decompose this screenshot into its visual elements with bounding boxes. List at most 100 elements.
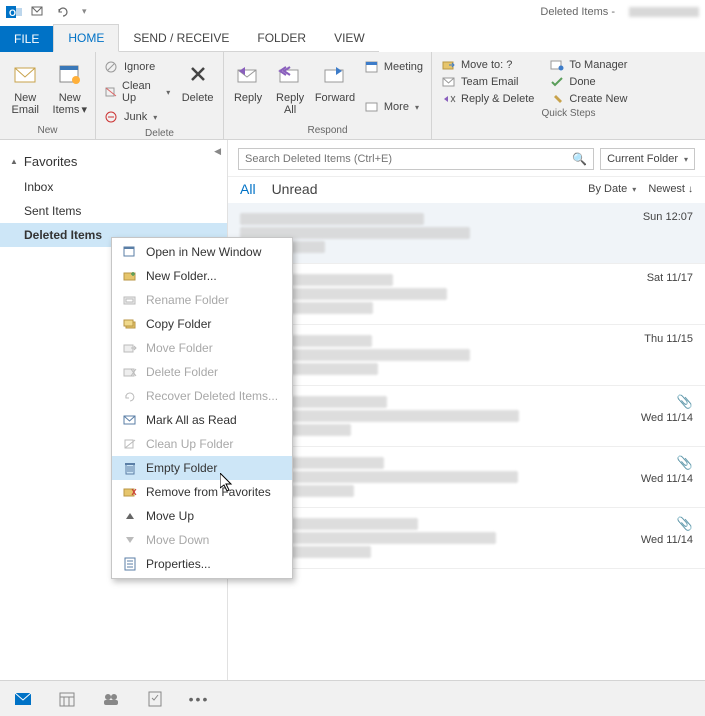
- sidebar-folder-sent[interactable]: Sent Items: [0, 199, 227, 223]
- group-label-quicksteps: Quick Steps: [432, 106, 705, 122]
- sort-by-date[interactable]: By Date▾: [588, 183, 636, 195]
- rename-icon: [122, 292, 138, 308]
- ctx-empty-folder[interactable]: Empty Folder: [112, 456, 292, 480]
- message-row[interactable]: 📎 Wed 11/14: [228, 508, 705, 569]
- create-new-icon: [550, 92, 564, 106]
- reply-all-button[interactable]: Reply All: [272, 56, 308, 116]
- more-button[interactable]: More▾: [362, 98, 425, 116]
- message-row[interactable]: Sun 12:07: [228, 203, 705, 264]
- ignore-icon: [104, 60, 120, 74]
- qa-dropdown-icon[interactable]: ▾: [82, 6, 87, 17]
- message-row[interactable]: Sat 11/17: [228, 264, 705, 325]
- message-date: Wed 11/14: [641, 473, 693, 485]
- tasks-view-icon[interactable]: [146, 690, 164, 708]
- tab-file[interactable]: FILE: [0, 26, 53, 52]
- ctx-move-down: Move Down: [112, 528, 292, 552]
- more-views-icon[interactable]: •••: [190, 690, 208, 708]
- search-box[interactable]: 🔍: [238, 148, 594, 170]
- forward-button[interactable]: Forward: [314, 56, 356, 104]
- junk-icon: [104, 110, 120, 124]
- reply-all-icon: [274, 58, 306, 90]
- cleanup-button[interactable]: Clean Up▾: [102, 78, 172, 106]
- done-icon: [550, 75, 564, 89]
- qs-to-manager[interactable]: To Manager: [550, 58, 627, 72]
- search-icon[interactable]: 🔍: [572, 152, 587, 166]
- more-icon: [364, 100, 380, 114]
- attachment-icon: 📎: [677, 516, 693, 532]
- ctx-copy-folder[interactable]: Copy Folder: [112, 312, 292, 336]
- ctx-new-folder[interactable]: New Folder...: [112, 264, 292, 288]
- tab-folder[interactable]: FOLDER: [243, 25, 320, 52]
- qs-create-new[interactable]: Create New: [550, 92, 627, 106]
- favorites-header[interactable]: ▲ Favorites: [0, 148, 227, 175]
- ctx-properties[interactable]: Properties...: [112, 552, 292, 576]
- tab-home[interactable]: HOME: [53, 24, 119, 52]
- message-date: Sat 11/17: [647, 272, 693, 284]
- sort-newest[interactable]: Newest↓: [648, 183, 693, 195]
- cleanup-icon: [122, 436, 138, 452]
- tab-send-receive[interactable]: SEND / RECEIVE: [119, 25, 243, 52]
- window-title-blur: [629, 7, 699, 17]
- tab-view[interactable]: VIEW: [320, 25, 379, 52]
- move-up-icon: [122, 508, 138, 524]
- ctx-recover-deleted-items: Recover Deleted Items...: [112, 384, 292, 408]
- sidebar-folder-inbox[interactable]: Inbox: [0, 175, 227, 199]
- calendar-view-icon[interactable]: [58, 690, 76, 708]
- window-icon: [122, 244, 138, 260]
- reply-icon: [232, 58, 264, 90]
- junk-button[interactable]: Junk▾: [102, 108, 172, 126]
- meeting-button[interactable]: Meeting: [362, 58, 425, 76]
- filter-all[interactable]: All: [240, 181, 256, 197]
- outlook-logo-icon: O: [6, 4, 22, 20]
- message-date: Wed 11/14: [641, 534, 693, 546]
- new-email-button[interactable]: New Email: [6, 56, 45, 116]
- search-input[interactable]: [245, 153, 572, 165]
- attachment-icon: 📎: [677, 394, 693, 410]
- ctx-delete-folder: Delete Folder: [112, 360, 292, 384]
- quick-send-icon[interactable]: [30, 4, 46, 20]
- folder-delete-icon: [122, 364, 138, 380]
- group-label-new: New: [0, 123, 95, 139]
- undo-icon[interactable]: [54, 4, 70, 20]
- qs-team-email[interactable]: Team Email: [442, 75, 534, 89]
- qs-done[interactable]: Done: [550, 75, 627, 89]
- new-email-icon: [9, 58, 41, 90]
- folder-new-icon: [122, 268, 138, 284]
- window-title: Deleted Items -: [540, 6, 625, 18]
- qs-reply-delete[interactable]: Reply & Delete: [442, 92, 534, 106]
- recover-icon: [122, 388, 138, 404]
- ctx-mark-all-as-read[interactable]: Mark All as Read: [112, 408, 292, 432]
- message-row[interactable]: Thu 11/15: [228, 325, 705, 386]
- new-items-icon: [54, 58, 86, 90]
- mark-read-icon: [122, 412, 138, 428]
- delete-icon: [182, 58, 214, 90]
- filter-unread[interactable]: Unread: [272, 181, 318, 197]
- folder-move-icon: [122, 340, 138, 356]
- remove-fav-icon: [122, 484, 138, 500]
- reply-button[interactable]: Reply: [230, 56, 266, 104]
- ignore-button[interactable]: Ignore: [102, 58, 172, 76]
- message-date: Thu 11/15: [644, 333, 693, 345]
- group-label-respond: Respond: [224, 123, 431, 139]
- new-items-button[interactable]: New Items▾: [51, 56, 90, 116]
- svg-text:O: O: [9, 8, 16, 18]
- message-row[interactable]: 📎 Wed 11/14: [228, 447, 705, 508]
- empty-icon: [122, 460, 138, 476]
- attachment-icon: 📎: [677, 455, 693, 471]
- mail-view-icon[interactable]: [14, 690, 32, 708]
- ctx-remove-from-favorites[interactable]: Remove from Favorites: [112, 480, 292, 504]
- message-row[interactable]: 📎Wed 11/14: [228, 386, 705, 447]
- meeting-icon: [364, 60, 380, 74]
- message-date: Sun 12:07: [643, 211, 693, 223]
- qs-move-to[interactable]: Move to: ?: [442, 58, 534, 72]
- ctx-move-up[interactable]: Move Up: [112, 504, 292, 528]
- people-view-icon[interactable]: [102, 690, 120, 708]
- ctx-open-in-new-window[interactable]: Open in New Window: [112, 240, 292, 264]
- search-scope-dropdown[interactable]: Current Folder▾: [600, 148, 695, 170]
- collapse-sidebar-icon[interactable]: ◀: [214, 146, 221, 157]
- delete-button[interactable]: Delete: [178, 56, 217, 104]
- team-email-icon: [442, 75, 456, 89]
- ctx-clean-up-folder: Clean Up Folder: [112, 432, 292, 456]
- to-manager-icon: [550, 58, 564, 72]
- folder-copy-icon: [122, 316, 138, 332]
